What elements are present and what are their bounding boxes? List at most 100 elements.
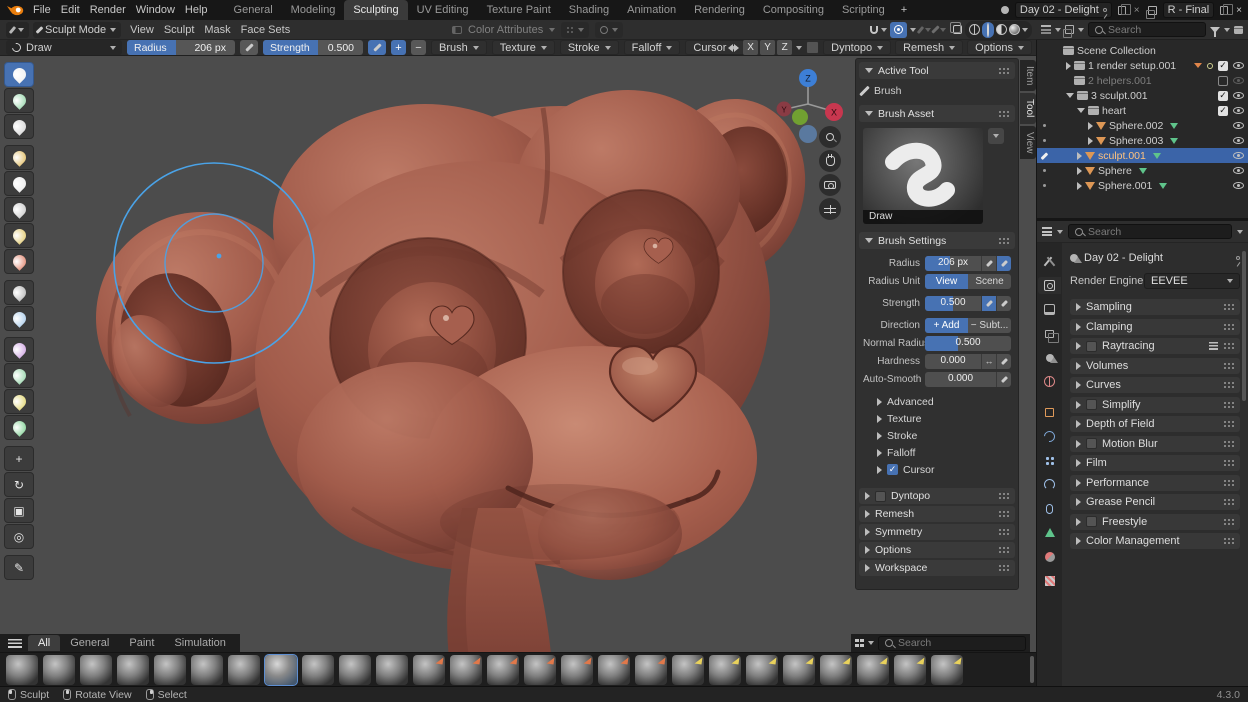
brush-asset-dropdown[interactable]	[988, 128, 1004, 144]
tool-crease[interactable]	[4, 249, 34, 274]
brush-thumbnail-23[interactable]	[820, 655, 852, 685]
exclude-checkbox[interactable]: ✓	[1218, 61, 1228, 71]
subpanel-stroke[interactable]: Stroke	[863, 427, 1011, 444]
options-dropdown[interactable]: Options	[967, 40, 1032, 55]
brush-preview[interactable]: Draw	[863, 128, 983, 224]
expand-arrow-icon[interactable]	[1066, 93, 1074, 98]
new-scene-button[interactable]	[1118, 6, 1126, 15]
tool-transform[interactable]: ◎	[4, 524, 34, 549]
brush-thumbnail-1[interactable]	[6, 655, 38, 685]
panel-checkbox[interactable]	[875, 491, 886, 502]
render-panel-performance[interactable]: Performance	[1070, 475, 1240, 491]
tool-grab[interactable]	[4, 306, 34, 331]
shading-material-icon[interactable]	[996, 24, 1007, 35]
settings-dropdown-texture[interactable]: Texture	[492, 40, 555, 55]
tool-smooth[interactable]	[4, 280, 34, 305]
outliner-row-sphere[interactable]: Sphere	[1037, 163, 1248, 178]
tool-rotate[interactable]: ↻	[4, 472, 34, 497]
editor-type-button[interactable]	[6, 22, 29, 38]
hide-in-viewport-icon[interactable]	[1233, 62, 1244, 69]
brush-thumbnail-21[interactable]	[746, 655, 778, 685]
active-brush-dropdown[interactable]: Draw	[6, 40, 122, 55]
render-panel-sampling[interactable]: Sampling	[1070, 299, 1240, 315]
properties-tab-particles[interactable]	[1038, 452, 1061, 469]
brush-thumbnail-10[interactable]	[339, 655, 371, 685]
mode-dropdown[interactable]: Sculpt Mode	[33, 22, 121, 38]
pin-icon[interactable]	[1103, 8, 1107, 12]
workspace-tab-sculpting[interactable]: Sculpting	[344, 0, 407, 20]
strength-edit-button[interactable]	[981, 296, 996, 311]
viewport-menu-face-sets[interactable]: Face Sets	[236, 20, 296, 40]
brush-thumbnail-24[interactable]	[857, 655, 889, 685]
radius-slider[interactable]: Radius 206 px	[127, 40, 235, 55]
remesh-dropdown[interactable]: Remesh	[895, 40, 963, 55]
display-mode-icon[interactable]	[1041, 25, 1051, 34]
normal-radius-slider[interactable]: 0.500	[925, 336, 1011, 351]
brush-thumbnail-9[interactable]	[302, 655, 334, 685]
radius-edit-button[interactable]	[981, 256, 996, 271]
hide-in-viewport-icon[interactable]	[1233, 152, 1244, 159]
workspace-tab-scripting[interactable]: Scripting	[833, 0, 894, 20]
camera-view-button[interactable]	[819, 174, 841, 196]
3d-viewport[interactable]: +↻▣◎✎ Z X Y Active Tool Brush	[0, 56, 1036, 686]
render-panel-raytracing[interactable]: Raytracing	[1070, 338, 1240, 354]
render-panel-freestyle[interactable]: Freestyle	[1070, 514, 1240, 530]
properties-tab-render[interactable]	[1038, 277, 1061, 294]
properties-tab-world[interactable]	[1038, 373, 1061, 390]
outliner-row-2-helpers-001[interactable]: 2 helpers.001	[1037, 73, 1248, 88]
panel-checkbox[interactable]	[1086, 399, 1097, 410]
expand-arrow-icon[interactable]	[1066, 62, 1071, 70]
outliner-filter-image-icon[interactable]	[1065, 25, 1074, 34]
menu-render[interactable]: Render	[85, 4, 131, 16]
eyedropper-icon[interactable]	[931, 25, 939, 33]
active-tool-panel-header[interactable]: Active Tool	[859, 62, 1015, 79]
properties-editor-icon[interactable]	[1042, 227, 1052, 236]
hardness-slider[interactable]: 0.000	[925, 354, 981, 369]
properties-tab-view-layer[interactable]	[1038, 325, 1061, 342]
tool-annotate[interactable]: ✎	[4, 555, 34, 580]
shading-rendered-icon[interactable]	[1009, 24, 1020, 35]
outliner-row-sculpt-001[interactable]: sculpt.001	[1037, 148, 1248, 163]
properties-tab-output[interactable]	[1038, 301, 1061, 318]
properties-search[interactable]	[1068, 224, 1232, 239]
sidebar-tab-item[interactable]: Item	[1020, 60, 1036, 91]
brush-thumbnail-11[interactable]	[376, 655, 408, 685]
workspace-tab-shading[interactable]: Shading	[560, 0, 618, 20]
outliner-row-sphere-002[interactable]: Sphere.002	[1037, 118, 1248, 133]
zoom-button[interactable]	[819, 126, 841, 148]
tool-inflate[interactable]	[4, 197, 34, 222]
brush-thumbnail-12[interactable]	[413, 655, 445, 685]
tool-draw-sharp[interactable]	[4, 88, 34, 113]
brush-shape-dropdown[interactable]	[595, 22, 623, 38]
tool-layer[interactable]	[4, 171, 34, 196]
shelf-tab-all[interactable]: All	[28, 635, 60, 651]
radius-unit-scene[interactable]: Scene	[968, 274, 1011, 289]
hide-in-viewport-icon[interactable]	[1233, 107, 1244, 114]
panel-dyntopo[interactable]: Dyntopo	[859, 488, 1015, 504]
scene-selector[interactable]: Day 02 - Delight	[1015, 2, 1112, 18]
direction-add[interactable]: + Add	[925, 318, 968, 333]
direction-subtract-button[interactable]: −	[411, 40, 426, 55]
viewport-menu-mask[interactable]: Mask	[199, 20, 235, 40]
render-panel-simplify[interactable]: Simplify	[1070, 397, 1240, 413]
overlays-icon[interactable]	[953, 25, 962, 34]
panel-workspace[interactable]: Workspace	[859, 560, 1015, 576]
radius-unit-view[interactable]: View	[925, 274, 968, 289]
strength-tablet-pressure-button[interactable]	[996, 296, 1011, 311]
tool-face-sets[interactable]	[4, 415, 34, 440]
brush-thumbnail-4[interactable]	[117, 655, 149, 685]
pan-button[interactable]	[819, 150, 841, 172]
sidebar-tab-view[interactable]: View	[1020, 126, 1036, 160]
shelf-tab-general[interactable]: General	[60, 635, 119, 651]
hardness-edit-button[interactable]	[996, 354, 1011, 369]
expand-arrow-icon[interactable]	[1088, 137, 1093, 145]
brush-thumbnail-26[interactable]	[931, 655, 963, 685]
radius-pressure-button[interactable]	[240, 40, 258, 55]
auto-smooth-slider[interactable]: 0.000	[925, 372, 996, 387]
panel-options[interactable]: Options	[859, 542, 1015, 558]
expand-arrow-icon[interactable]	[1088, 122, 1093, 130]
subpanel-checkbox[interactable]: ✓	[887, 464, 898, 475]
menu-window[interactable]: Window	[131, 4, 180, 16]
brush-thumbnail-13[interactable]	[450, 655, 482, 685]
workspace-tab-animation[interactable]: Animation	[618, 0, 685, 20]
